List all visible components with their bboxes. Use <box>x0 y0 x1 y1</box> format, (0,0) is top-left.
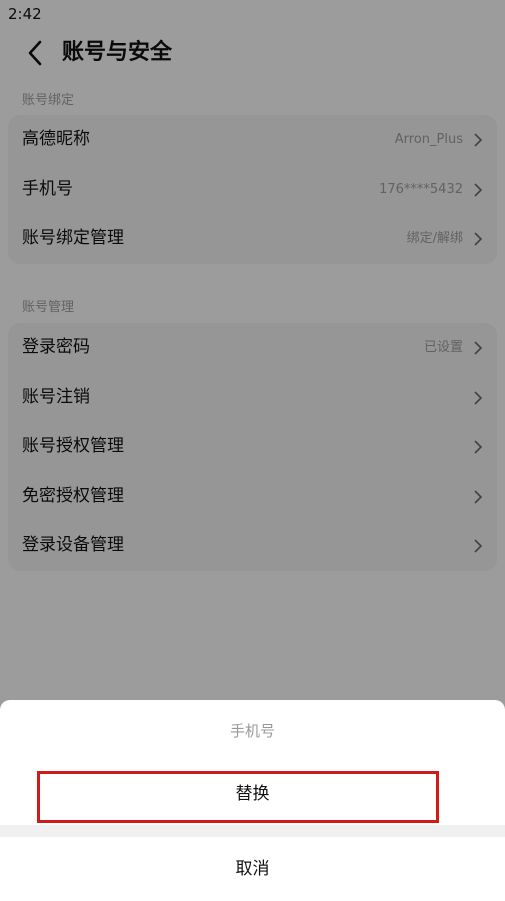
sheet-divider <box>0 825 505 837</box>
action-sheet-title: 手机号 <box>229 722 275 740</box>
action-sheet: 手机号 替换 取消 <box>0 700 505 901</box>
cancel-button[interactable]: 取消 <box>0 837 505 901</box>
replace-button[interactable]: 替换 <box>0 763 505 825</box>
